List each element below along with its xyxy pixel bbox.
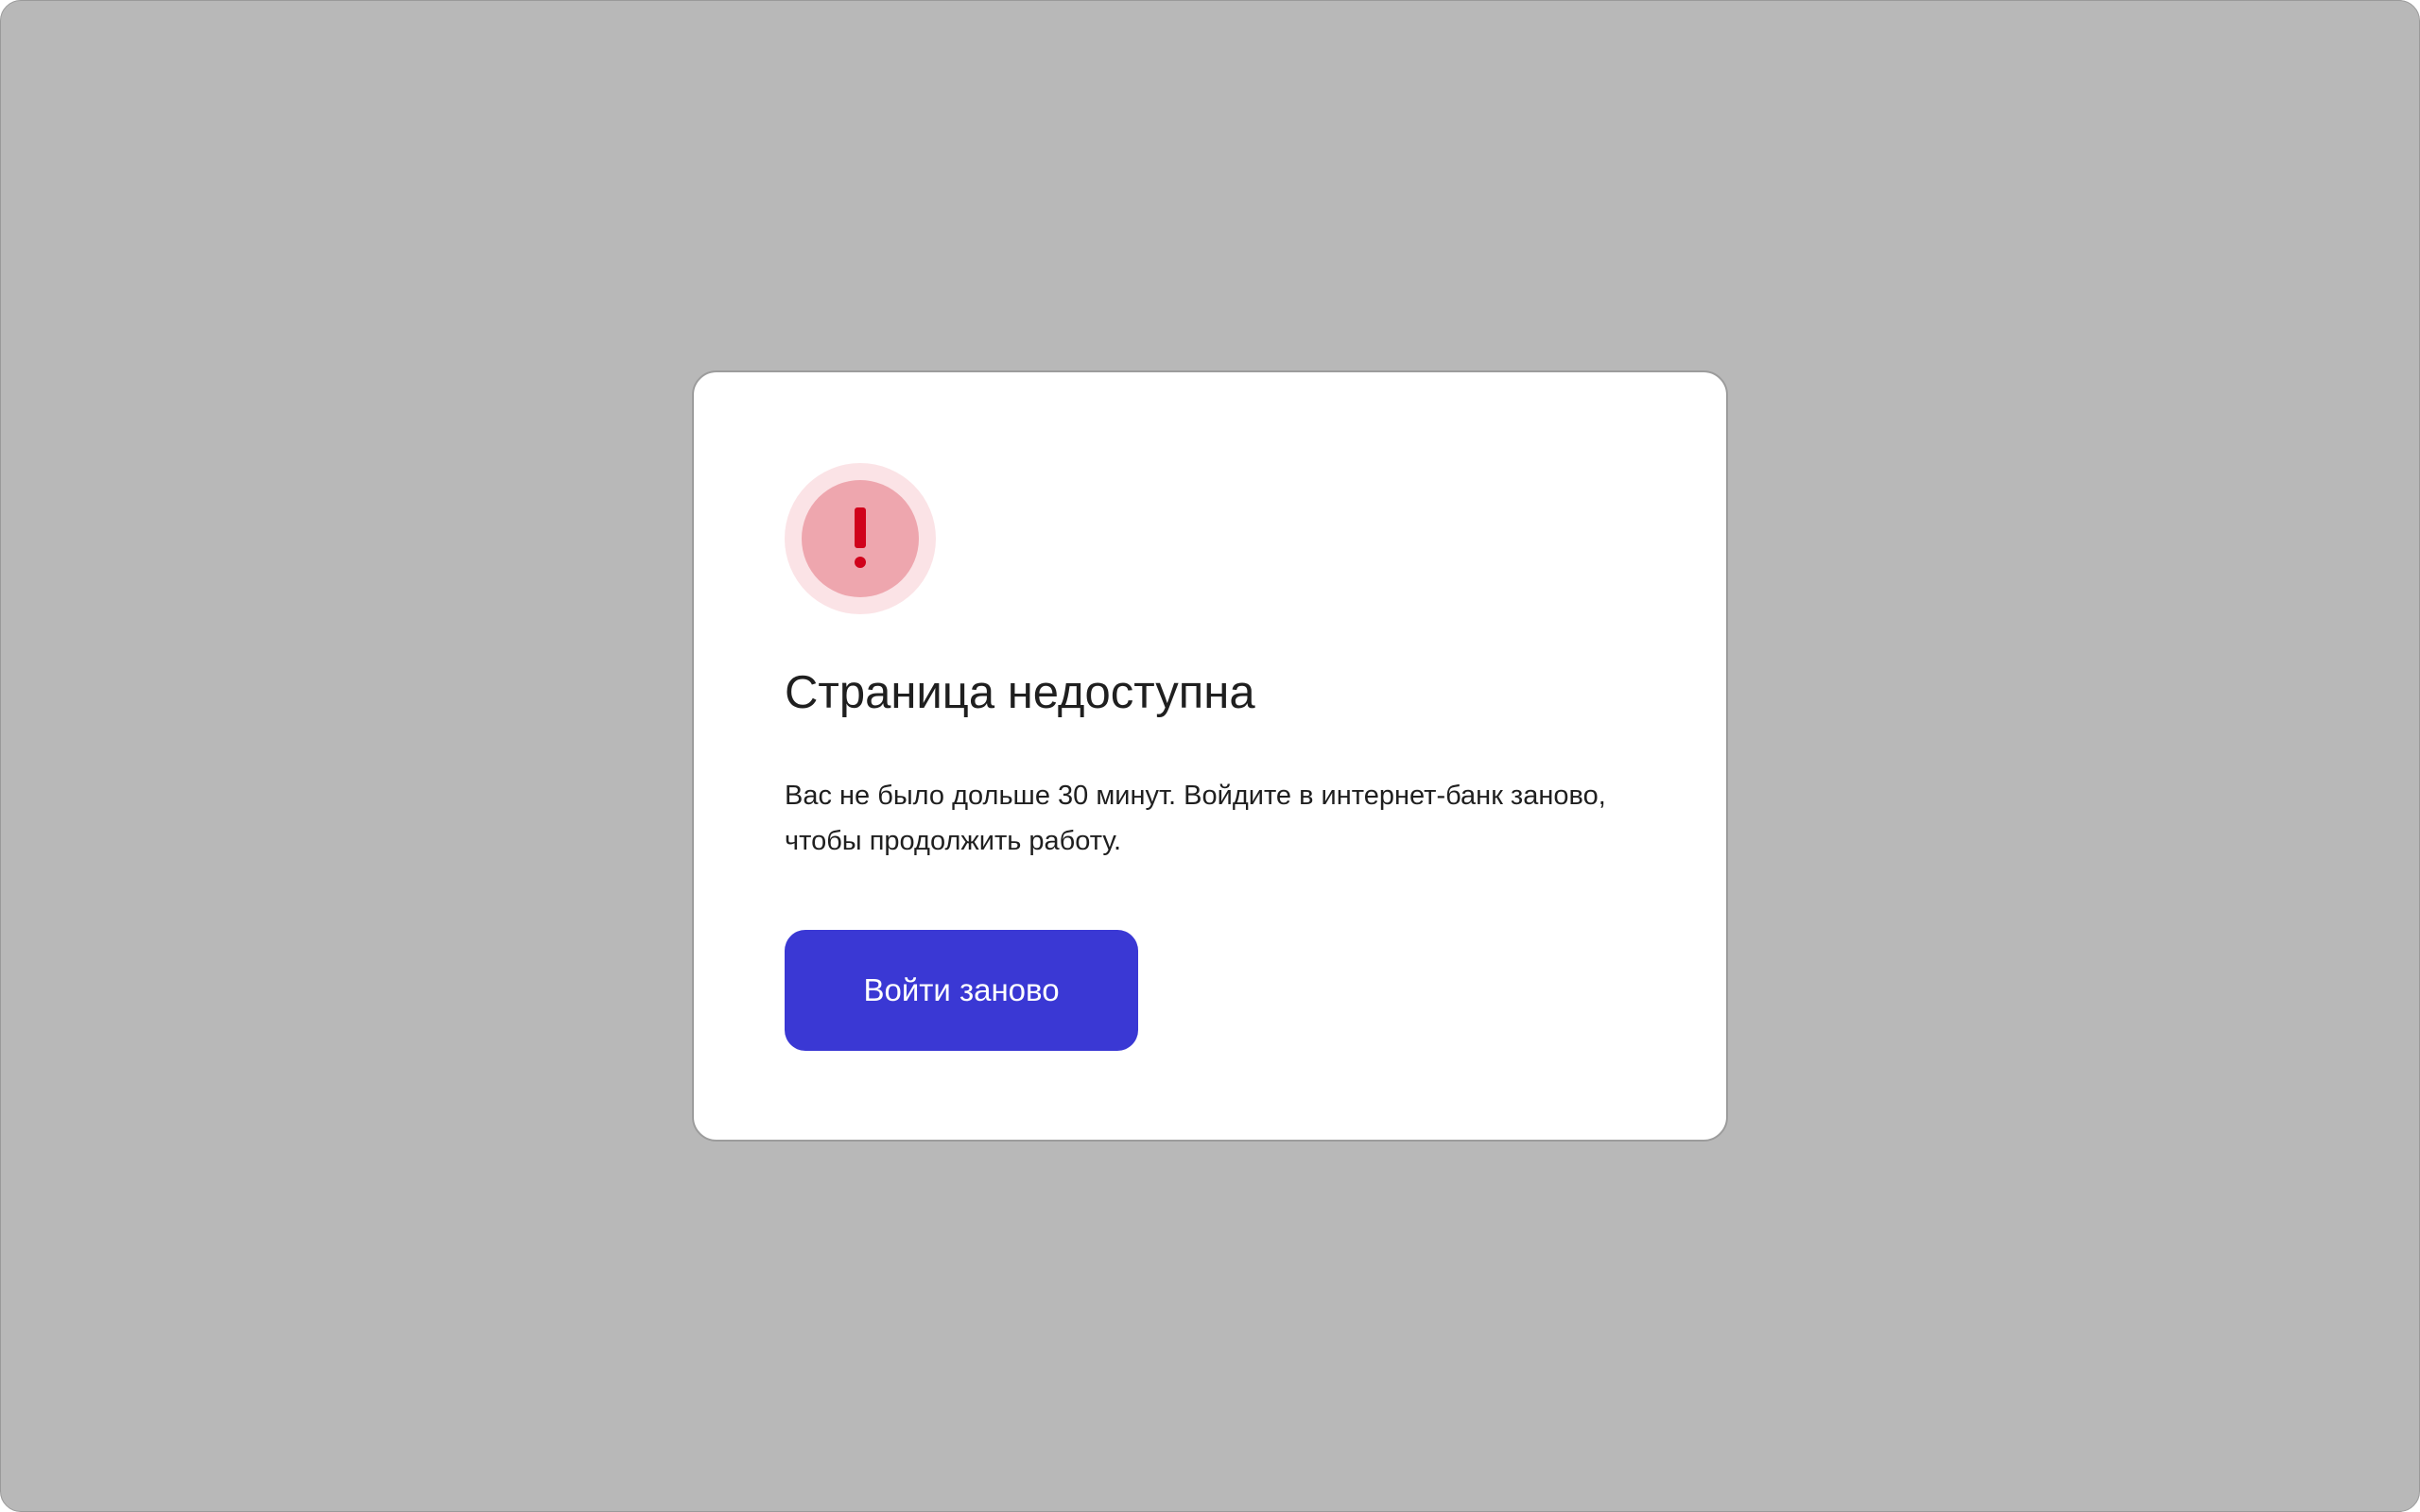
modal-backdrop: Страница недоступна Вас не было дольше 3… — [0, 0, 2420, 1512]
session-expired-dialog: Страница недоступна Вас не было дольше 3… — [692, 370, 1728, 1142]
alert-icon-badge — [785, 463, 936, 614]
exclamation-icon — [802, 480, 919, 597]
dialog-message: Вас не было дольше 30 минут. Войдите в и… — [785, 781, 1606, 856]
relogin-button[interactable]: Войти заново — [785, 930, 1138, 1051]
dialog-title: Страница недоступна — [785, 667, 1255, 718]
